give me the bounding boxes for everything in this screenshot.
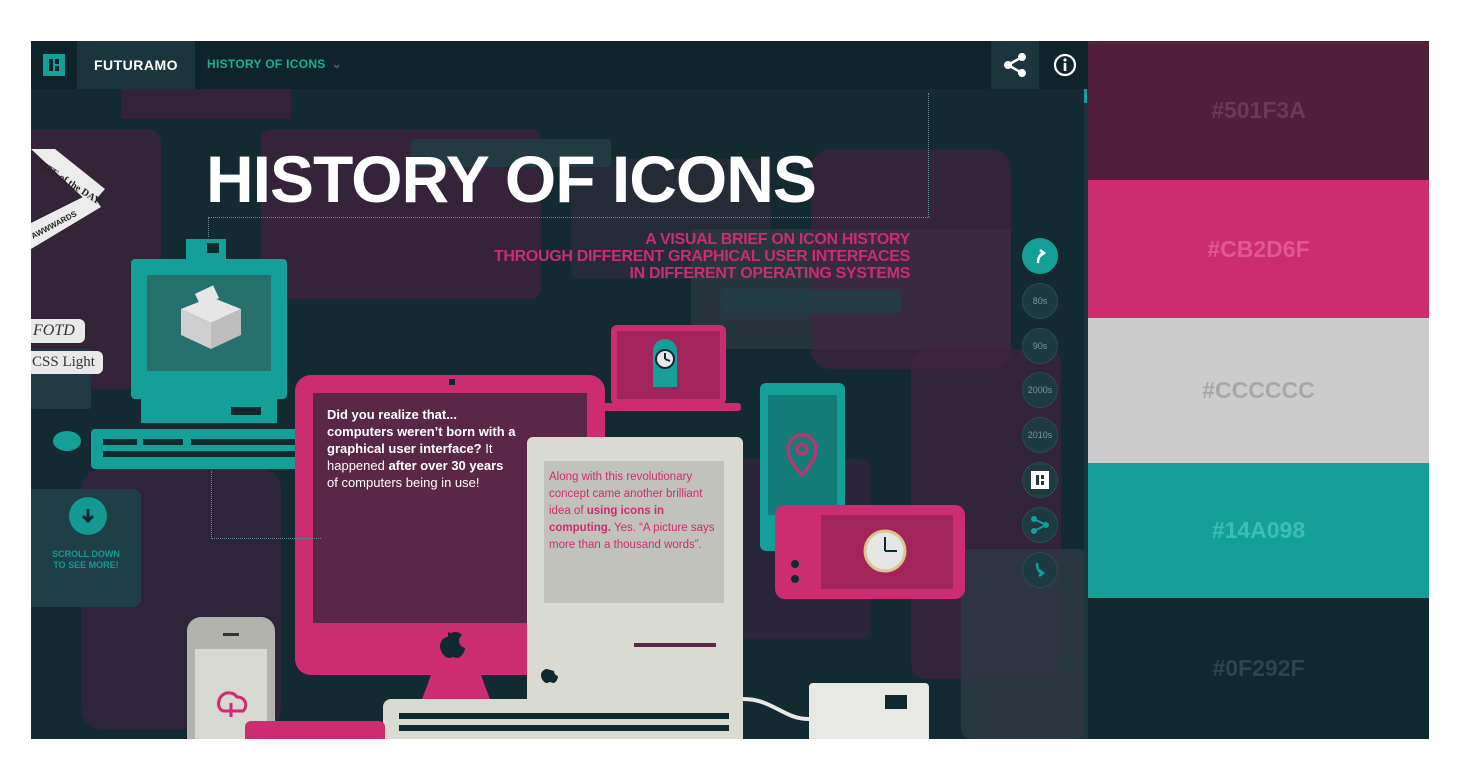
pink-tablet-illustration	[775, 505, 965, 599]
timeline-nav-2000s[interactable]: 2000s	[1022, 372, 1058, 408]
pink-laptop-illustration	[596, 325, 741, 411]
callout-gui-history: Did you realize that... computers weren’…	[327, 406, 517, 491]
info-button[interactable]	[1041, 41, 1088, 89]
chevron-down-icon: ⌄	[331, 57, 342, 71]
arrow-down-icon	[1035, 562, 1046, 577]
subtitle-line: IN DIFFERENT OPERATING SYSTEMS	[629, 265, 910, 282]
scroll-down-label: SCROLL DOWN TO SEE MORE!	[31, 549, 141, 571]
share-button[interactable]	[991, 41, 1039, 89]
timeline-nav-2010s[interactable]: 2010s	[1022, 417, 1058, 453]
dotted-guide-line	[211, 538, 321, 539]
keyboard-illustration	[383, 699, 743, 739]
css-light-badge[interactable]: CSS Light	[31, 351, 103, 374]
palette-swatch: #CB2D6F	[1088, 180, 1429, 318]
scroll-to-top-button[interactable]	[1022, 238, 1058, 274]
arrow-up-icon	[1036, 249, 1047, 264]
grey-phone-illustration	[187, 617, 275, 739]
palette-swatch: #501F3A	[1088, 41, 1429, 180]
callout-bold-text: after over 30 years	[388, 458, 504, 473]
callout-text: of computers being in use!	[327, 475, 480, 490]
info-icon	[1053, 53, 1076, 77]
swatch-hex-label: #CCCCCC	[1202, 377, 1315, 403]
color-palette: #501F3A #CB2D6F #CCCCCC #14A098 #0F292F	[1088, 41, 1429, 739]
timeline-nav-futuramo[interactable]	[1022, 462, 1058, 498]
timeline-nav-80s[interactable]: 80s	[1022, 283, 1058, 319]
section-dropdown-label: HISTORY OF ICONS	[207, 57, 326, 71]
page-title: HISTORY OF ICONS	[206, 142, 817, 216]
arrow-down-circle-icon	[69, 497, 107, 535]
share-icon	[1031, 516, 1049, 534]
dotted-guide-line	[208, 217, 209, 237]
share-icon	[1004, 53, 1026, 77]
timeline-nav-90s[interactable]: 90s	[1022, 328, 1058, 364]
futuramo-logo-icon[interactable]	[31, 41, 77, 89]
scroll-down-line2: TO SEE MORE!	[53, 560, 119, 570]
callout-icons-idea: Along with this revolutionary concept ca…	[544, 461, 724, 603]
scroll-down-line1: SCROLL DOWN	[52, 549, 120, 559]
futuramo-site: FUTURAMO HISTORY OF ICONS ⌄ HISTORY OF I…	[31, 41, 1088, 739]
fotd-badge[interactable]: FOTD	[31, 319, 85, 343]
page-subtitle: A VISUAL BRIEF ON ICON HISTORY THROUGH D…	[494, 231, 910, 282]
dotted-guide-line	[208, 217, 930, 218]
futuramo-logo-icon	[1031, 471, 1049, 489]
brand-name[interactable]: FUTURAMO	[77, 41, 195, 89]
top-navigation-bar: FUTURAMO HISTORY OF ICONS ⌄	[31, 41, 1088, 89]
dotted-guide-line	[211, 471, 212, 539]
swatch-hex-label: #CB2D6F	[1207, 235, 1310, 262]
swatch-hex-label: #14A098	[1211, 517, 1306, 543]
screenshot-stage: FUTURAMO HISTORY OF ICONS ⌄ HISTORY OF I…	[31, 41, 1429, 739]
subtitle-line: THROUGH DIFFERENT GRAPHICAL USER INTERFA…	[493, 248, 910, 265]
palette-swatch: #0F292F	[1088, 598, 1429, 739]
dotted-guide-line	[928, 93, 929, 217]
swatch-hex-label: #0F292F	[1212, 655, 1305, 681]
timeline-nav-next[interactable]	[1022, 552, 1058, 588]
swatch-hex-label: #501F3A	[1211, 97, 1306, 123]
palette-swatch: #14A098	[1088, 463, 1429, 598]
palette-swatch: #CCCCCC	[1088, 318, 1429, 463]
awwwards-ribbon[interactable]: SITE of the DAY AWWWARDS	[31, 149, 111, 249]
section-dropdown[interactable]: HISTORY OF ICONS ⌄	[207, 57, 342, 71]
scroll-down-cta[interactable]: SCROLL DOWN TO SEE MORE!	[31, 489, 141, 607]
subtitle-line: A VISUAL BRIEF ON ICON HISTORY	[645, 231, 910, 248]
timeline-nav-share[interactable]	[1022, 507, 1058, 543]
